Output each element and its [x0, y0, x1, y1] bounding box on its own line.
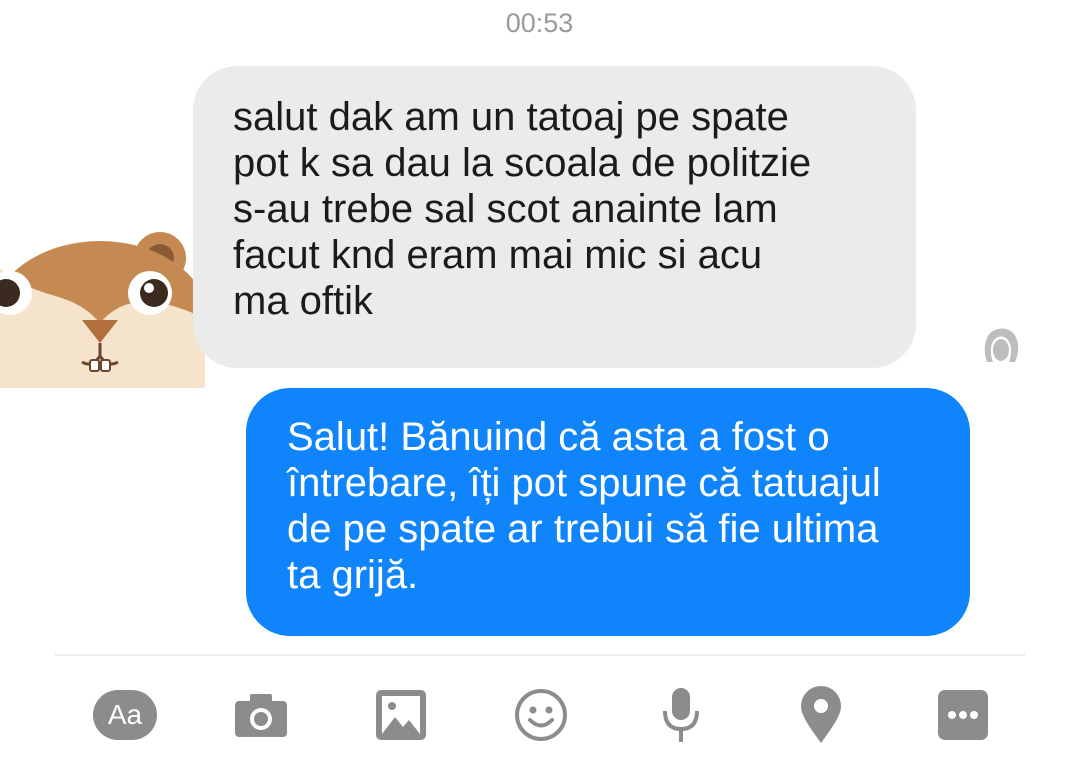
hamster-avatar-icon: [0, 232, 210, 388]
more-icon: [938, 690, 988, 740]
composer-toolbar: Aa: [0, 664, 1079, 775]
read-receipt-avatar: [978, 322, 1024, 368]
camera-button[interactable]: [228, 682, 294, 748]
more-button[interactable]: [930, 682, 996, 748]
seen-head-icon: [984, 328, 1019, 362]
gallery-icon: [376, 690, 426, 740]
microphone-button[interactable]: [648, 682, 714, 748]
gallery-button[interactable]: [368, 682, 434, 748]
microphone-icon: [663, 688, 699, 742]
text-format-button[interactable]: Aa: [92, 682, 158, 748]
text-format-icon: Aa: [93, 690, 157, 740]
location-button[interactable]: [788, 682, 854, 748]
outgoing-message-bubble[interactable]: Salut! Bănuind că asta a fost o întrebar…: [246, 388, 970, 636]
camera-icon: [235, 694, 287, 737]
sender-avatar[interactable]: [0, 228, 210, 388]
incoming-message-bubble[interactable]: salut dak am un tatoaj pe spate pot k sa…: [193, 66, 916, 368]
emoji-icon: [515, 689, 567, 741]
location-icon: [801, 686, 841, 743]
chat-timestamp: 00:53: [505, 8, 574, 38]
composer-divider: [55, 654, 1025, 656]
emoji-button[interactable]: [508, 682, 574, 748]
